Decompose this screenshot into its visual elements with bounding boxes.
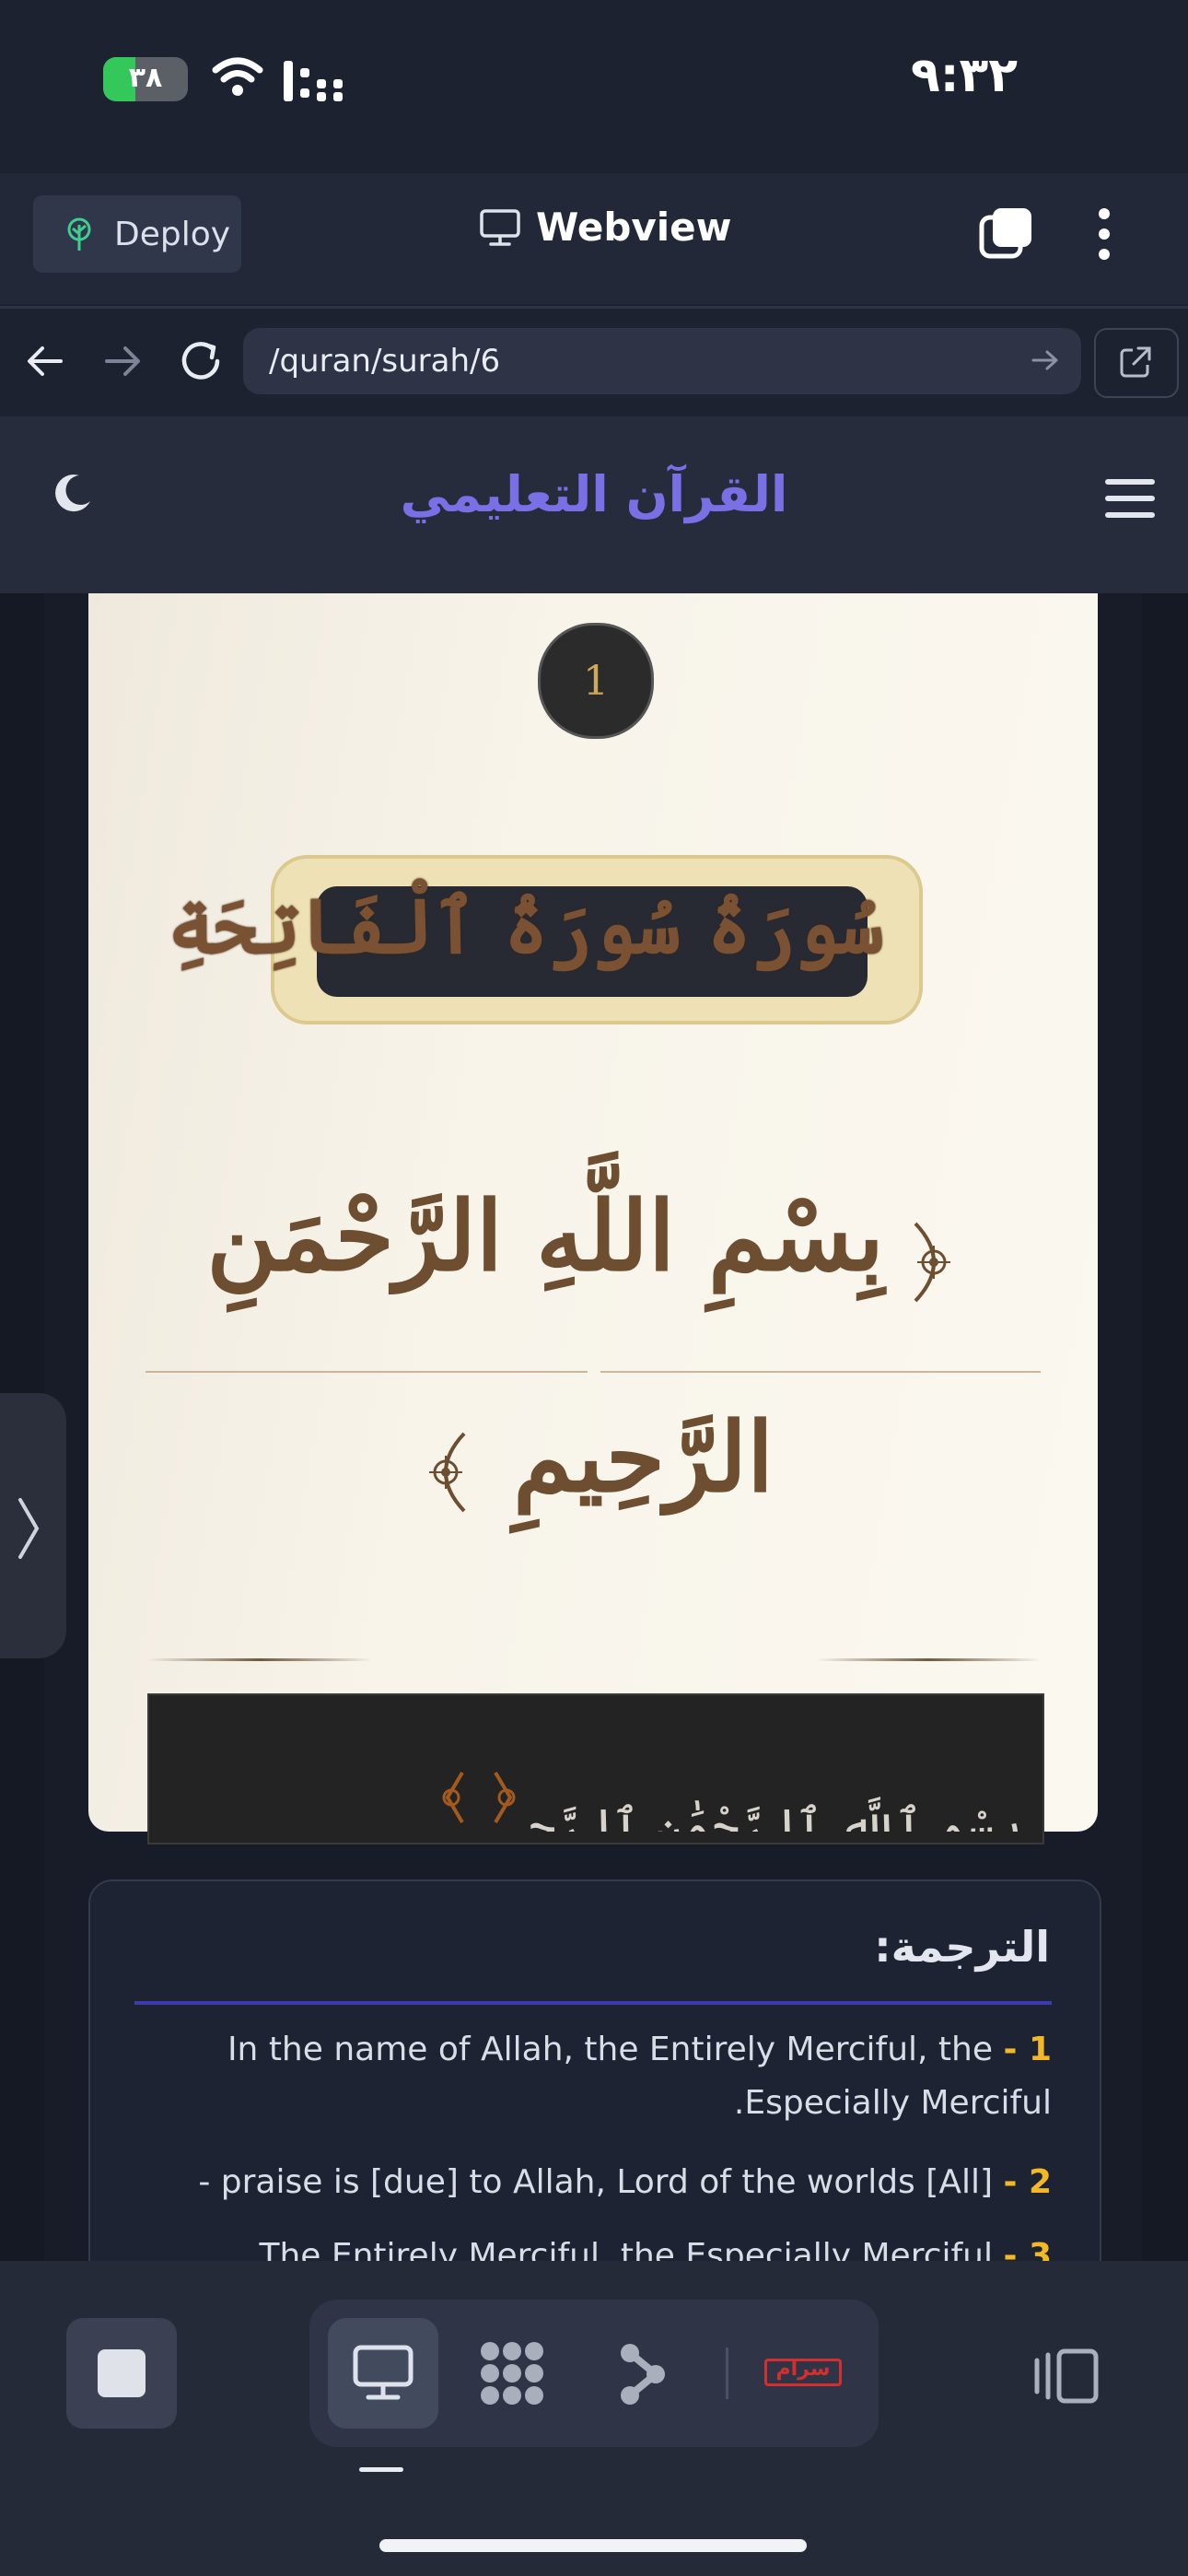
url-text: /quran/surah/6 <box>269 343 501 380</box>
cellular-signal-icon <box>284 61 343 101</box>
monitor-view-button[interactable] <box>328 2318 438 2429</box>
battery-text: ٣٨ <box>128 62 163 94</box>
webview-title: Webview <box>479 205 731 250</box>
deploy-label: Deploy <box>114 215 231 253</box>
translation-underline <box>134 2001 1052 2005</box>
go-arrow-icon[interactable] <box>1030 346 1061 374</box>
ayah-text: بِسْمِ ٱللَّهِ ٱلرَّحْمَٰنِ ٱلرَّحِيمِ <box>525 1799 1022 1832</box>
surah-number-badge: 1 <box>538 623 654 739</box>
stop-button[interactable] <box>66 2318 177 2429</box>
more-vertical-icon[interactable] <box>1090 206 1118 262</box>
badge-text: سرام <box>775 2358 831 2381</box>
split-panel-icon[interactable] <box>1031 2348 1101 2405</box>
divider-line <box>147 1658 372 1661</box>
translation-item: 1 - In the name of Allah, the Entirely M… <box>149 2023 1052 2130</box>
ornament-icon <box>914 1222 950 1303</box>
translation-text: In the name of Allah, the Entirely Merci… <box>227 2031 1052 2122</box>
monitor-icon <box>353 2345 413 2400</box>
open-external-button[interactable] <box>1094 328 1179 398</box>
grid-view-button[interactable] <box>457 2318 567 2429</box>
translation-heading: الترجمة: <box>874 1922 1050 1972</box>
battery-indicator: ٣٨ <box>103 57 188 101</box>
url-input[interactable]: /quran/surah/6 <box>243 328 1081 394</box>
stop-icon <box>98 2349 146 2397</box>
reload-icon[interactable] <box>177 337 225 385</box>
bismillah-line-2: الرَّحِيمِ <box>513 1400 774 1514</box>
surah-number: 1 <box>583 657 609 705</box>
tree-icon <box>67 217 91 251</box>
deploy-button[interactable]: Deploy <box>33 195 241 273</box>
divider-line <box>816 1658 1041 1661</box>
monitor-icon <box>480 208 520 246</box>
view-switcher: سرام <box>309 2300 879 2447</box>
share-view-button[interactable] <box>586 2318 696 2429</box>
tabs-icon[interactable] <box>978 205 1035 262</box>
home-indicator[interactable] <box>379 2539 807 2552</box>
ornament-icon <box>429 1432 466 1513</box>
divider-line <box>600 1371 1041 1373</box>
badge-view-button[interactable]: سرام <box>748 2318 858 2429</box>
right-rail <box>1142 593 1188 2261</box>
share-nodes-icon <box>621 2344 665 2405</box>
arrow-right-icon[interactable] <box>101 343 144 380</box>
status-time: ٩:٣٢ <box>910 48 1018 103</box>
app-title: القرآن التعليمي <box>400 465 788 523</box>
badge-icon: سرام <box>764 2358 842 2386</box>
translation-text: [All] praise is [due] to Allah, Lord of … <box>198 2163 993 2201</box>
bismillah-line-1: بِسْمِ اللَّهِ الرَّحْمَنِ <box>206 1179 884 1293</box>
chevron-right-icon <box>18 1498 40 1559</box>
surah-name: سُورَةُ سُورَةُ ٱلْفَاتِحَةِ <box>168 883 884 971</box>
active-tab-indicator <box>359 2467 403 2472</box>
side-drawer-handle[interactable] <box>0 1393 66 1658</box>
external-link-icon <box>1120 346 1151 378</box>
ayah-marker-icon <box>442 1771 516 1824</box>
divider-line <box>146 1371 588 1373</box>
webview-title-label: Webview <box>536 205 732 250</box>
translation-number: 1 - <box>1003 2031 1052 2068</box>
arrow-left-icon[interactable] <box>24 343 66 380</box>
wifi-icon <box>212 57 263 96</box>
hamburger-icon[interactable] <box>1103 475 1157 521</box>
translation-item: 2 - [All] praise is [due] to Allah, Lord… <box>149 2156 1052 2209</box>
translation-number: 2 - <box>1003 2163 1052 2201</box>
switcher-divider <box>726 2348 728 2399</box>
grid-dots-icon <box>481 2342 543 2405</box>
